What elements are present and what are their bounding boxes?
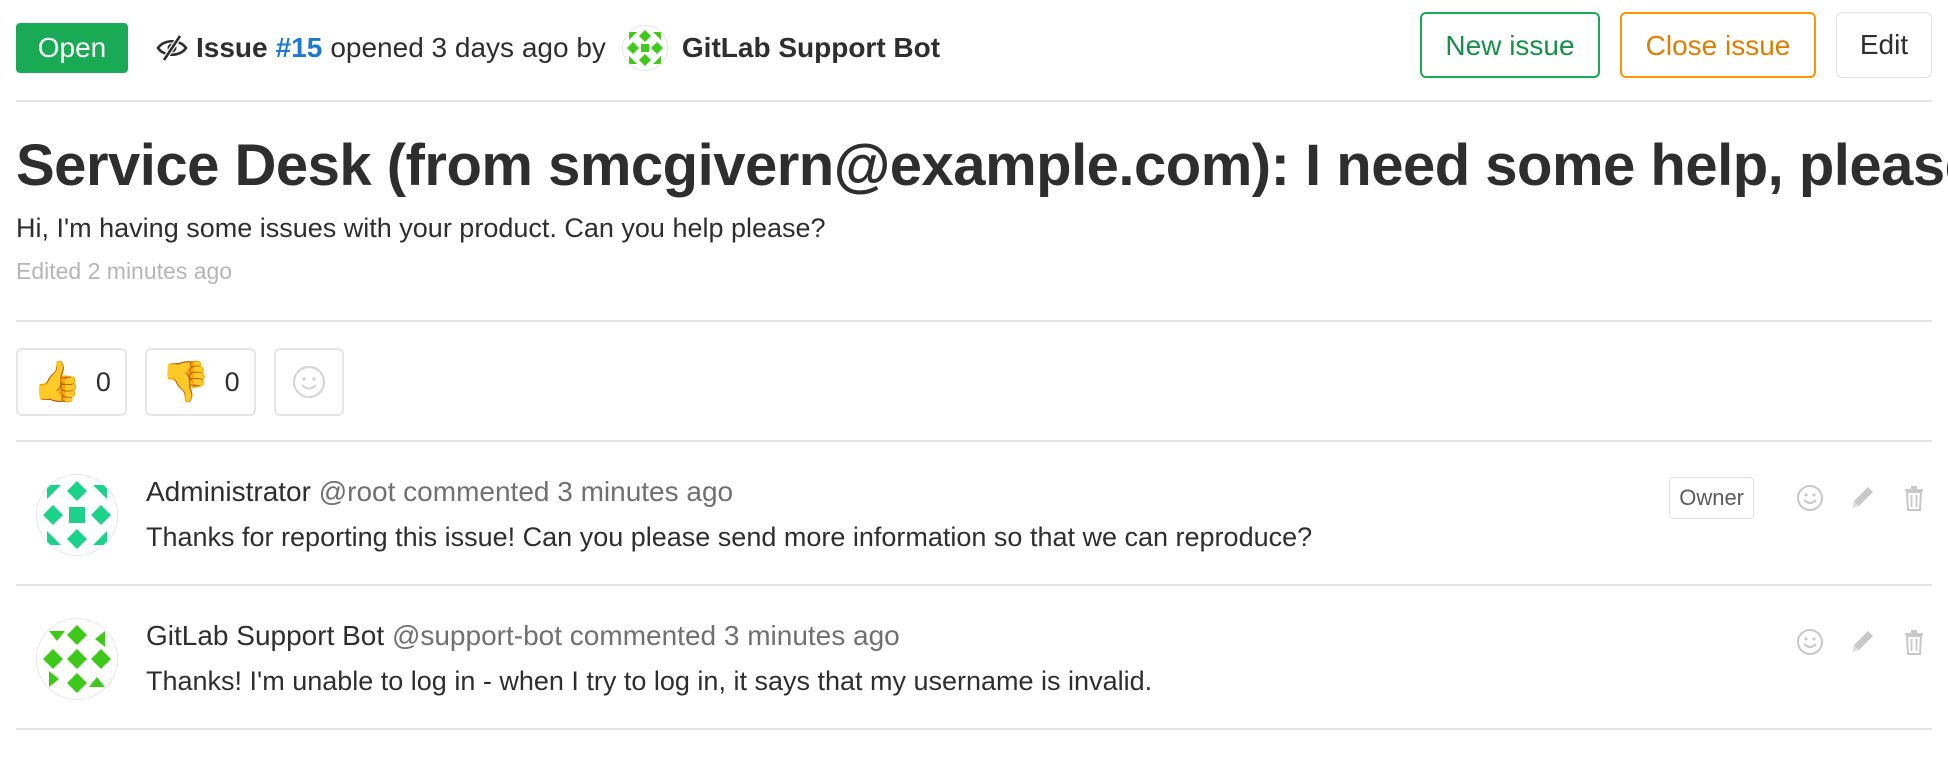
add-reaction-icon[interactable]: [1792, 624, 1828, 660]
divider: [16, 728, 1932, 730]
note-timestamp: commented 3 minutes ago: [569, 620, 900, 651]
author-name[interactable]: GitLab Support Bot: [682, 32, 940, 64]
issue-label: Issue: [196, 32, 268, 63]
edit-button[interactable]: Edit: [1836, 12, 1932, 78]
thumbs-up-count: 0: [95, 366, 111, 397]
award-emoji-bar: 👍 0 👎 0: [16, 348, 344, 416]
close-issue-button[interactable]: Close issue: [1620, 12, 1816, 78]
note-username[interactable]: @root: [319, 476, 396, 507]
avatar[interactable]: [36, 474, 118, 556]
eye-slash-icon: [156, 34, 188, 62]
opened-text: opened 3 days ago by: [330, 32, 606, 63]
note-actions: Owner: [1669, 476, 1932, 520]
thumbs-up-icon: 👍: [32, 359, 82, 405]
thumbs-down-award-button[interactable]: 👎 0: [144, 348, 256, 416]
divider: [16, 320, 1932, 322]
status-badge: Open: [16, 23, 128, 73]
issue-title: Service Desk (from smcgivern@example.com…: [16, 133, 1948, 198]
note-header: GitLab Support Bot @support-bot commente…: [146, 620, 900, 652]
new-issue-button[interactable]: New issue: [1420, 12, 1600, 78]
thumbs-up-award-button[interactable]: 👍 0: [16, 348, 127, 416]
divider: [16, 440, 1932, 442]
issue-meta: Issue #15 opened 3 days ago by GitLab Su…: [156, 25, 940, 71]
smiley-icon: [292, 365, 325, 399]
thumbs-down-count: 0: [224, 366, 240, 397]
issue-reference-link[interactable]: #15: [276, 32, 323, 64]
add-reaction-icon[interactable]: [1792, 480, 1828, 516]
divider: [16, 100, 1932, 102]
add-reaction-button[interactable]: [273, 348, 344, 416]
avatar[interactable]: [36, 618, 118, 700]
note-timestamp: commented 3 minutes ago: [403, 476, 734, 507]
divider: [16, 584, 1932, 586]
author-avatar[interactable]: [621, 25, 668, 71]
delete-trash-icon[interactable]: [1896, 480, 1932, 516]
edit-pencil-icon[interactable]: [1844, 480, 1880, 516]
note-username[interactable]: @support-bot: [392, 620, 562, 651]
issue-actions: New issue Close issue Edit: [1420, 12, 1932, 80]
note-body: Thanks! I'm unable to log in - when I tr…: [146, 666, 1153, 696]
note-actions: [1776, 620, 1932, 664]
note-author-name[interactable]: GitLab Support Bot: [146, 620, 384, 651]
thumbs-down-icon: 👎: [160, 359, 211, 405]
edited-timestamp: Edited 2 minutes ago: [16, 258, 233, 284]
issue-description: Hi, I'm having some issues with your pro…: [16, 213, 826, 243]
note-header: Administrator @root commented 3 minutes …: [146, 476, 733, 508]
edit-pencil-icon[interactable]: [1844, 624, 1880, 660]
role-badge: Owner: [1669, 477, 1754, 519]
delete-trash-icon[interactable]: [1896, 624, 1932, 660]
note-author-name[interactable]: Administrator: [146, 476, 311, 507]
issue-header: Open Issue #15 opened 3 days ago by GitL…: [16, 12, 1932, 94]
note-item: GitLab Support Bot @support-bot commente…: [16, 590, 1932, 730]
note-item: Administrator @root commented 3 minutes …: [16, 446, 1932, 586]
note-body: Thanks for reporting this issue! Can you…: [146, 522, 1313, 552]
